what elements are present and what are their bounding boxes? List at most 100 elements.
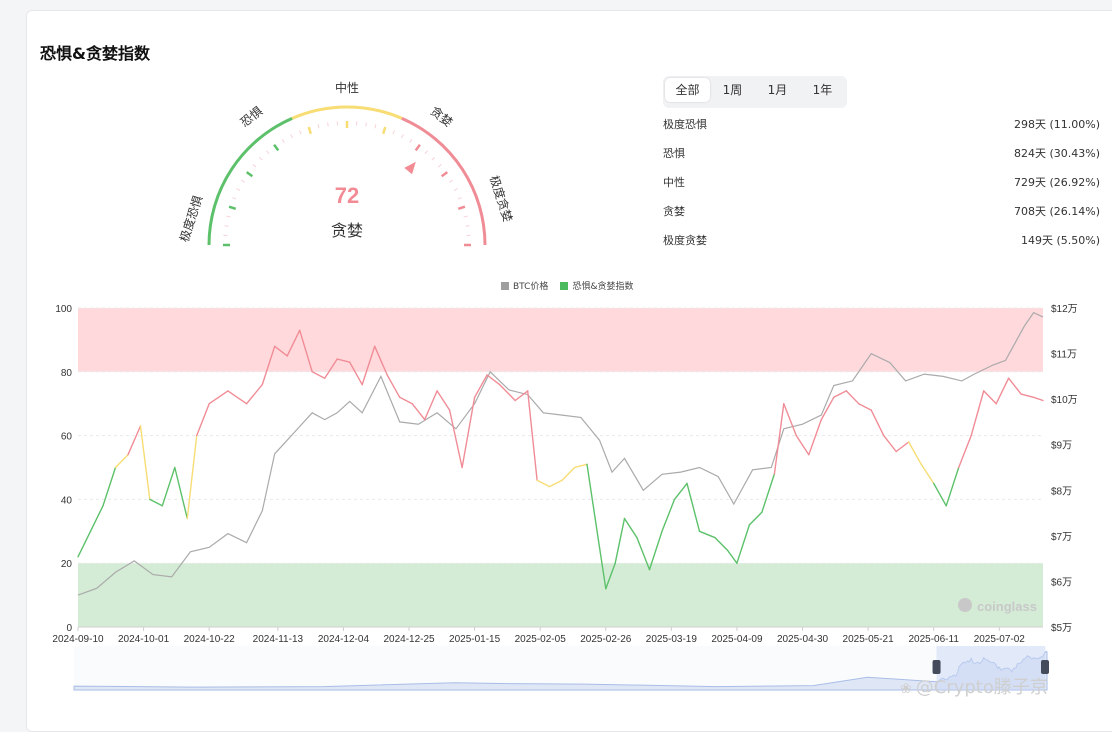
x-tick-label: 2024-10-01 [118, 634, 170, 645]
y-right-tick-label: $12万 [1051, 304, 1078, 315]
fear-greed-segment [687, 483, 700, 531]
y-right-tick-label: $9万 [1051, 441, 1072, 452]
gauge-arc-greed [402, 118, 485, 245]
legend-swatch-green [560, 282, 568, 290]
gauge-tick [410, 139, 412, 142]
fear-greed-segment [228, 391, 247, 404]
fear-greed-segment [884, 436, 897, 452]
navigator-handle-left[interactable] [933, 660, 941, 674]
y-left-tick-label: 0 [66, 623, 72, 634]
y-left-tick-label: 100 [55, 304, 72, 315]
x-tick-label: 2025-02-26 [580, 634, 632, 645]
fear-greed-segment [615, 519, 624, 564]
fear-greed-segment [387, 375, 400, 397]
gauge-tick [300, 130, 302, 134]
gauge-tick [309, 127, 311, 134]
fear-greed-segment [809, 420, 822, 455]
fear-band [78, 563, 1043, 627]
fear-greed-segment [412, 404, 425, 420]
navigator-handle-right[interactable] [1041, 660, 1049, 674]
tab-1w[interactable]: 1周 [710, 78, 755, 102]
gauge-tick [401, 135, 403, 139]
tab-1y[interactable]: 1年 [800, 78, 845, 102]
gauge-tick [247, 172, 253, 176]
fear-greed-segment [625, 519, 638, 538]
fear-greed-segment [984, 391, 997, 404]
fear-greed-segment [796, 436, 809, 455]
gauge-value: 72 [335, 183, 359, 208]
stat-row: 极度贪婪149天 (5.50%) [663, 232, 1100, 261]
fear-greed-segment [737, 525, 750, 563]
gauge-tick [291, 135, 293, 139]
fear-greed-segment [859, 404, 872, 410]
gauge-tick [393, 130, 395, 134]
gauge-tick [282, 139, 284, 142]
gauge-zone-neutral: 中性 [335, 80, 359, 95]
stat-row: 中性 729天 (26.92%) [663, 174, 1100, 203]
legend-item-fear-greed[interactable]: 恐惧&贪婪指数 [560, 279, 633, 292]
fear-greed-segment [500, 385, 516, 401]
fear-greed-segment [846, 391, 858, 404]
tab-1m[interactable]: 1月 [755, 78, 800, 102]
gauge-zone-fear: 恐惧 [237, 103, 265, 130]
stat-value: 729天 (26.92%) [1014, 174, 1100, 203]
stat-label: 恐惧 [663, 145, 685, 174]
fear-greed-segment [116, 455, 129, 468]
gauge-tick [383, 127, 385, 134]
gauge-tick [454, 189, 458, 191]
gauge-tick [438, 164, 441, 167]
legend-label: 恐惧&贪婪指数 [572, 279, 633, 292]
fear-greed-segment [562, 468, 575, 481]
gauge-tick [375, 124, 376, 128]
gauge-tick [464, 216, 468, 217]
x-tick-label: 2025-06-11 [908, 634, 959, 645]
gauge-tick [274, 145, 278, 151]
x-tick-label: 2025-03-19 [646, 634, 698, 645]
y-right-tick-label: $7万 [1051, 532, 1072, 543]
fear-greed-segment [162, 468, 175, 506]
stat-value: 149天 (5.50%) [1021, 232, 1100, 261]
fear-greed-chart: 020406080100$5万$6万$7万$8万$9万$10万$11万$12万2… [0, 295, 1112, 715]
x-tick-label: 2024-11-13 [253, 634, 304, 645]
x-tick-label: 2025-04-30 [777, 634, 829, 645]
fear-greed-segment [774, 404, 783, 474]
fear-greed-segment [1034, 397, 1043, 400]
fear-greed-segment [209, 391, 228, 404]
fear-greed-segment [150, 499, 163, 505]
stat-label: 中性 [663, 174, 685, 203]
y-right-tick-label: $6万 [1051, 577, 1072, 588]
fear-greed-segment [1021, 394, 1034, 397]
gauge-arc-fear [209, 118, 292, 245]
fear-greed-segment [247, 385, 263, 404]
fear-greed-segment [537, 480, 550, 486]
legend-item-btc-price[interactable]: BTC价格 [501, 279, 548, 292]
gauge-tick [458, 207, 465, 209]
tab-all[interactable]: 全部 [665, 78, 710, 102]
gauge-tick [226, 216, 230, 217]
fear-greed-segment [550, 480, 563, 486]
gauge-needle-icon [404, 162, 416, 174]
gauge-tick [366, 123, 367, 127]
gauge-tick [416, 145, 420, 151]
gauge-tick [458, 198, 462, 200]
period-tabs: 全部 1周 1月 1年 [663, 76, 847, 108]
fear-greed-segment [946, 468, 959, 506]
fear-greed-segment [662, 499, 675, 531]
legend-swatch-gray [501, 282, 509, 290]
fear-greed-segment [728, 550, 737, 563]
gauge-zone-extreme-fear: 极度恐惧 [176, 193, 205, 243]
stat-row: 极度恐惧298天 (11.00%) [663, 116, 1100, 145]
watermark: ❀@Crypto滕子京 [900, 673, 1048, 699]
stat-value: 824天 (30.43%) [1014, 145, 1100, 174]
chart-brand: coinglass [977, 599, 1037, 614]
gauge-tick [328, 123, 329, 127]
fear-greed-segment [921, 464, 934, 483]
stat-label: 贪婪 [663, 203, 685, 232]
x-tick-label: 2025-02-05 [515, 634, 567, 645]
fear-greed-segment [437, 391, 450, 410]
x-tick-label: 2024-12-25 [383, 634, 435, 645]
gauge-tick [466, 226, 470, 227]
gauge-tick [425, 151, 428, 154]
fear-greed-segment [749, 512, 762, 525]
fear-greed-segment [996, 378, 1008, 404]
